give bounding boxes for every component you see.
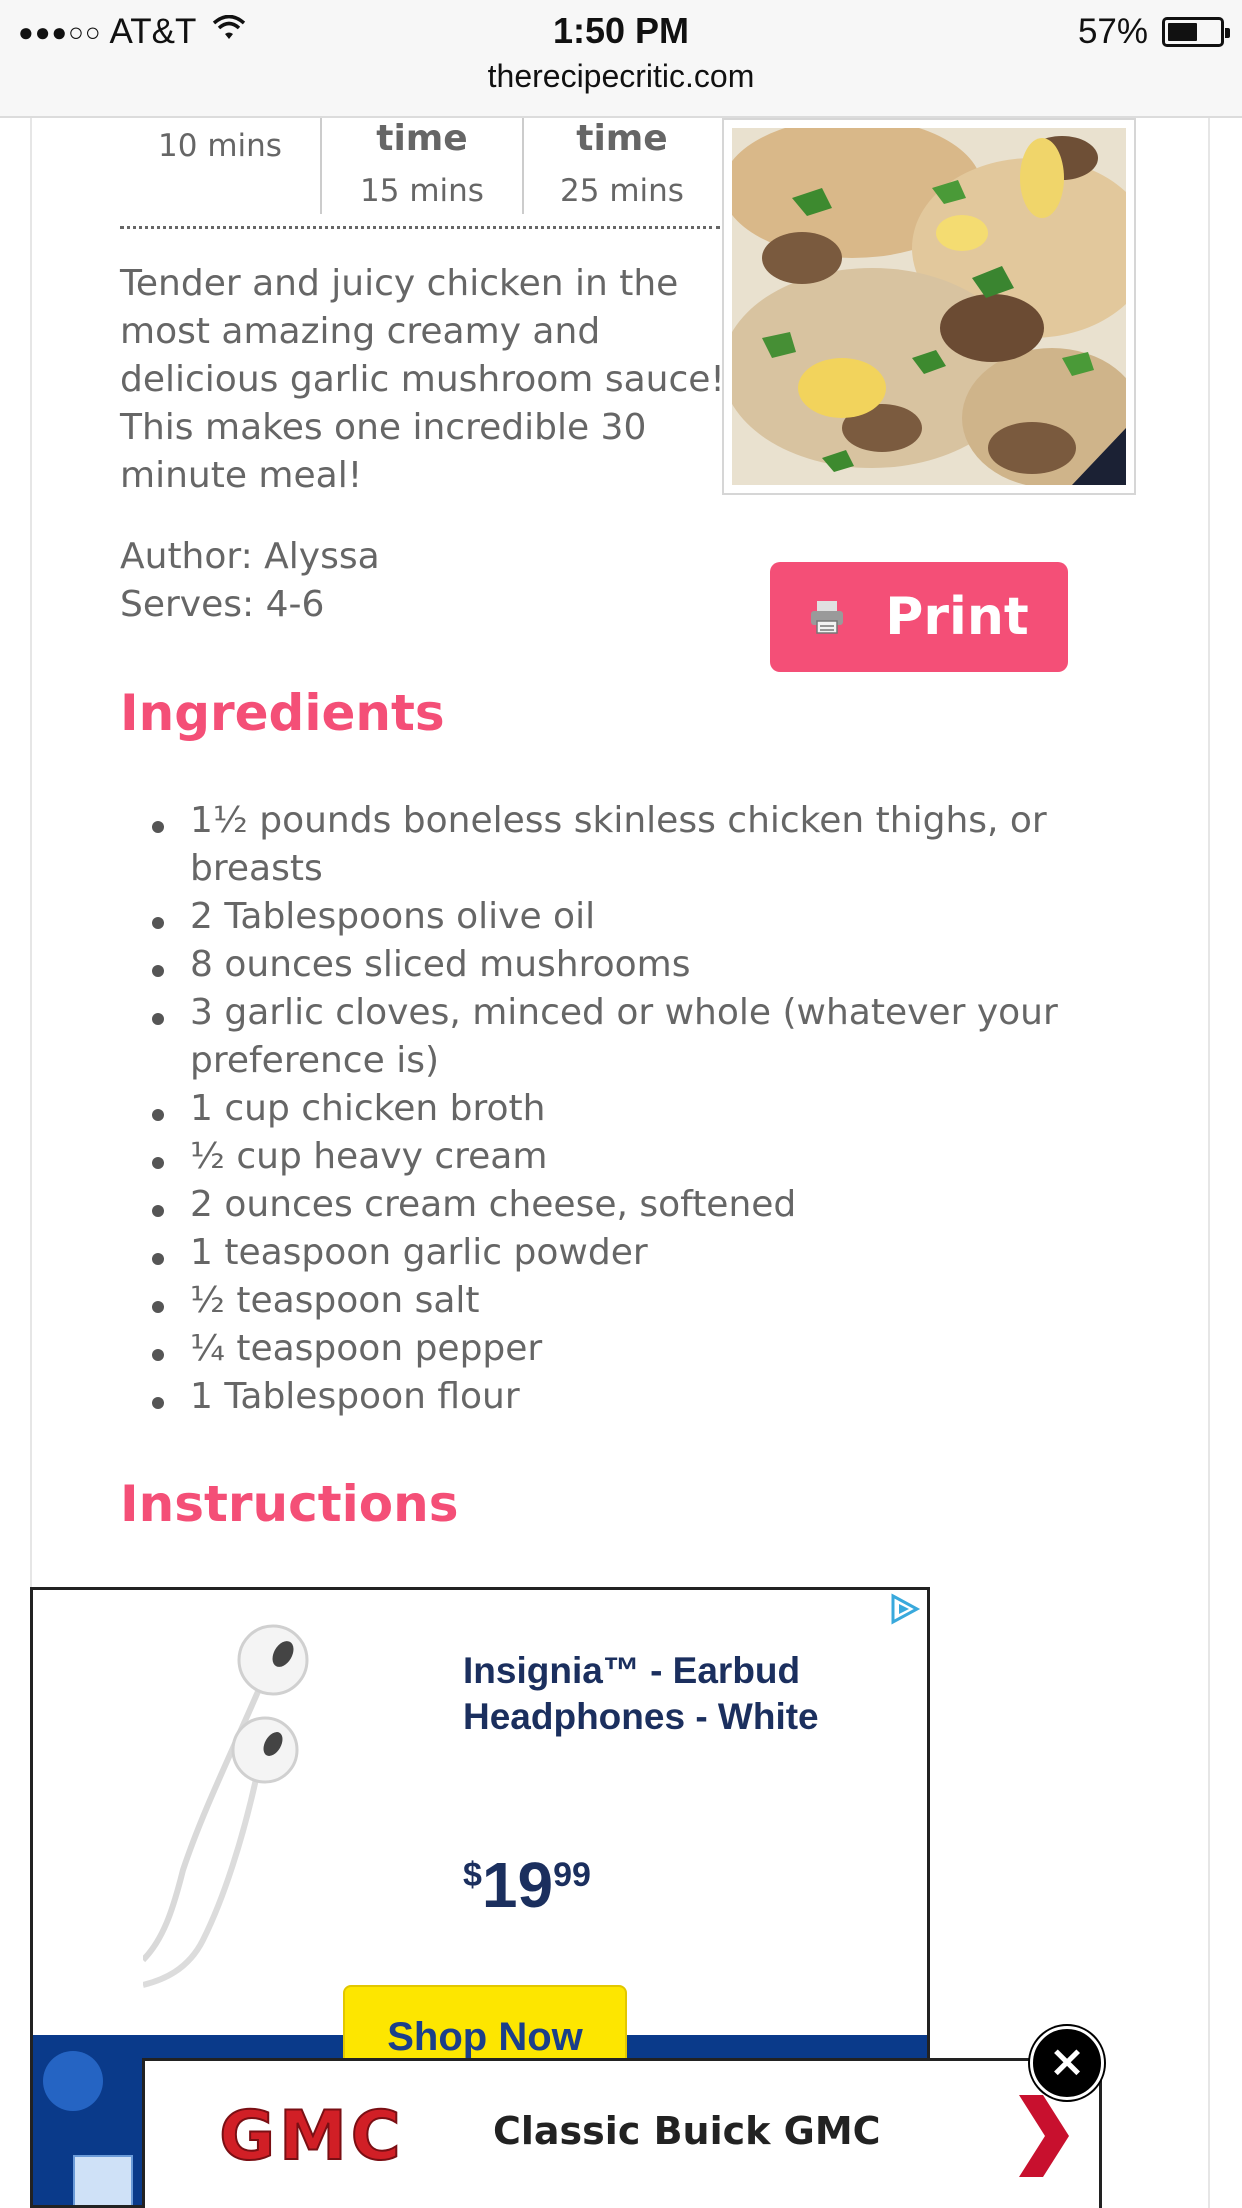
box-icon bbox=[73, 2155, 133, 2205]
recipe-meta: Author: Alyssa Serves: 4-6 bbox=[120, 533, 380, 629]
chevron-right-icon[interactable] bbox=[1013, 2091, 1073, 2181]
serves-line: Serves: 4-6 bbox=[120, 584, 325, 625]
cook-time-value: 15 mins bbox=[360, 173, 484, 209]
ingredient-text: 8 ounces sliced mushrooms bbox=[190, 944, 691, 985]
ingredient-item: 1 Tablespoon flour bbox=[150, 1373, 1090, 1421]
ingredient-item: ½ cup heavy cream bbox=[150, 1133, 1090, 1181]
print-button[interactable]: Print bbox=[770, 562, 1068, 672]
address-bar[interactable]: therecipecritic.com bbox=[0, 58, 1242, 95]
status-bar: ●●●○○ AT&T 1:50 PM 57% therecipecritic.c… bbox=[0, 0, 1242, 118]
status-right: 57% bbox=[1077, 12, 1230, 52]
total-time: time 25 mins bbox=[522, 118, 720, 214]
price-currency: $ bbox=[463, 1856, 482, 1894]
ingredient-text: 1½ pounds boneless skinless chicken thig… bbox=[190, 800, 1047, 889]
ingredient-item: ¼ teaspoon pepper bbox=[150, 1325, 1090, 1373]
earbuds-image bbox=[143, 1624, 309, 1988]
ingredients-heading: Ingredients bbox=[120, 684, 445, 742]
battery-nub bbox=[1225, 28, 1230, 38]
ingredient-item: ½ teaspoon salt bbox=[150, 1277, 1090, 1325]
content-border-right bbox=[1208, 118, 1210, 2208]
adchoices-icon[interactable] bbox=[887, 1592, 921, 1626]
dealer-name[interactable]: Classic Buick GMC bbox=[493, 2109, 881, 2153]
price-cents: 99 bbox=[553, 1856, 591, 1894]
ingredient-text: ½ cup heavy cream bbox=[190, 1136, 548, 1177]
ingredient-text: 1 cup chicken broth bbox=[190, 1088, 546, 1129]
cook-time-label: time bbox=[376, 118, 468, 159]
print-label: Print bbox=[885, 587, 1029, 647]
ingredient-item: 8 ounces sliced mushrooms bbox=[150, 941, 1090, 989]
gmc-banner-ad[interactable]: GMC Classic Buick GMC bbox=[142, 2058, 1102, 2208]
recipe-photo-art bbox=[732, 128, 1126, 485]
instructions-heading: Instructions bbox=[120, 1475, 459, 1533]
ingredient-text: 3 garlic cloves, minced or whole (whatev… bbox=[190, 992, 1058, 1081]
ingredient-text: ½ teaspoon salt bbox=[190, 1280, 480, 1321]
svg-text:GMC: GMC bbox=[219, 2103, 404, 2169]
battery-fill bbox=[1168, 23, 1197, 41]
ingredient-text: 2 Tablespoons olive oil bbox=[190, 896, 596, 937]
ingredient-item: 1 teaspoon garlic powder bbox=[150, 1229, 1090, 1277]
author-line: Author: Alyssa bbox=[120, 536, 380, 577]
divider bbox=[120, 226, 720, 229]
ingredient-text: 1 Tablespoon flour bbox=[190, 1376, 520, 1417]
total-time-label: time bbox=[576, 118, 668, 159]
clock: 1:50 PM bbox=[552, 10, 690, 51]
ingredients-list: 1½ pounds boneless skinless chicken thig… bbox=[150, 797, 1090, 1421]
recipe-photo[interactable] bbox=[722, 118, 1136, 495]
ingredient-item: 1 cup chicken broth bbox=[150, 1085, 1090, 1133]
recipe-summary: Tender and juicy chicken in the most ama… bbox=[120, 263, 725, 496]
ad-glow bbox=[43, 2051, 103, 2111]
ingredient-text: ¼ teaspoon pepper bbox=[190, 1328, 543, 1369]
prep-time: 10 mins bbox=[120, 118, 320, 214]
prep-time-value: 10 mins bbox=[158, 128, 282, 164]
ingredient-item: 1½ pounds boneless skinless chicken thig… bbox=[150, 797, 1090, 893]
battery-icon bbox=[1162, 17, 1230, 47]
ingredient-text: 2 ounces cream cheese, softened bbox=[190, 1184, 797, 1225]
ad-product-title[interactable]: Insignia™ - Earbud Headphones - White bbox=[463, 1648, 903, 1740]
ingredient-item: 2 Tablespoons olive oil bbox=[150, 893, 1090, 941]
total-time-value: 25 mins bbox=[560, 173, 684, 209]
battery-percent: 57% bbox=[1077, 12, 1148, 51]
ingredient-text: 1 teaspoon garlic powder bbox=[190, 1232, 648, 1273]
printer-icon bbox=[811, 601, 844, 634]
ingredient-item: 2 ounces cream cheese, softened bbox=[150, 1181, 1090, 1229]
ad-price: $1999 bbox=[463, 1848, 591, 1922]
gmc-logo: GMC bbox=[177, 2103, 447, 2169]
cook-time: time 15 mins bbox=[320, 118, 522, 214]
ingredient-item: 3 garlic cloves, minced or whole (whatev… bbox=[150, 989, 1090, 1085]
close-icon[interactable]: × bbox=[1030, 2026, 1104, 2100]
price-dollars: 19 bbox=[481, 1849, 554, 1921]
